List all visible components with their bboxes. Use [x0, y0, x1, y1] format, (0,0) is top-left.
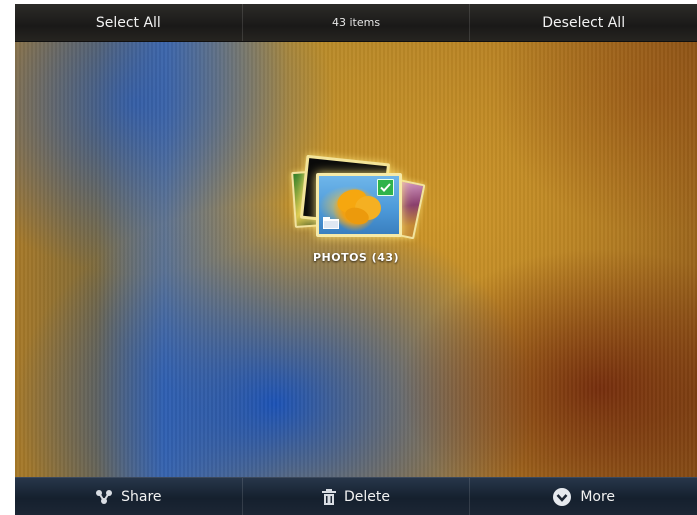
select-all-label: Select All	[95, 14, 161, 31]
deselect-all-button[interactable]: Deselect All	[470, 4, 697, 41]
share-button[interactable]: Share	[15, 478, 243, 515]
album-label: PHOTOS (43)	[312, 251, 400, 264]
select-all-button[interactable]: Select All	[15, 4, 243, 41]
item-count-label: 43 items	[331, 16, 381, 29]
share-icon	[95, 489, 113, 505]
deselect-all-label: Deselect All	[542, 14, 626, 31]
gallery-screen: Select All 43 items Deselect All PHOTOS …	[15, 4, 697, 515]
more-label: More	[580, 488, 616, 505]
trash-icon	[322, 488, 336, 505]
share-label: Share	[121, 488, 162, 505]
chevron-down-circle-icon	[552, 487, 572, 507]
more-button[interactable]: More	[470, 478, 697, 515]
checkmark-icon	[377, 179, 394, 196]
item-count: 43 items	[243, 4, 471, 41]
bottom-action-bar: Share Delete More	[15, 477, 697, 515]
delete-label: Delete	[344, 488, 390, 505]
delete-button[interactable]: Delete	[243, 478, 471, 515]
selection-action-bar: Select All 43 items Deselect All	[15, 4, 697, 42]
folder-icon	[323, 214, 339, 229]
album-cover-thumb	[316, 173, 402, 237]
